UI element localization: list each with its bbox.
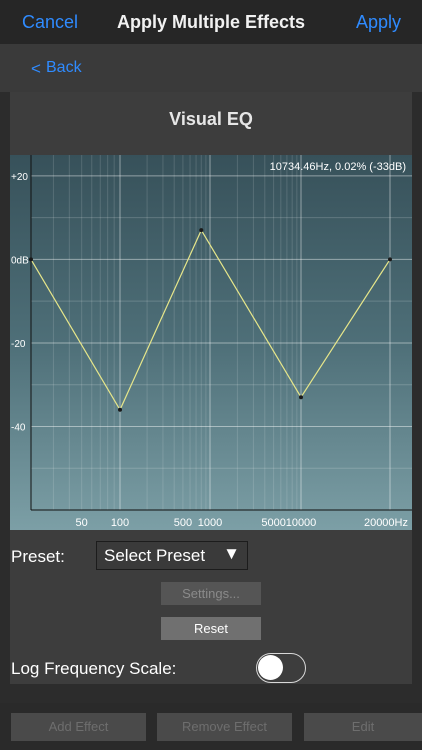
x-tick-label: 1000 [198, 517, 222, 529]
x-tick-label: 10000 [286, 517, 317, 529]
add-effect-button[interactable]: Add Effect [11, 713, 146, 741]
preset-label: Preset: [11, 547, 65, 566]
preset-value: Select Preset [104, 546, 206, 565]
remove-effect-button[interactable]: Remove Effect [157, 713, 292, 741]
section-title: Visual EQ [169, 109, 253, 129]
top-nav-bar: Cancel Apply Multiple Effects Apply [0, 0, 422, 44]
x-tick-label: 20000Hz [364, 517, 408, 529]
toggle-knob [258, 655, 283, 680]
eq-point[interactable] [299, 395, 303, 400]
back-button[interactable]: Back [46, 59, 82, 77]
back-bar: < Back [0, 44, 422, 92]
eq-readout: 10734.46Hz, 0.02% (-33dB) [270, 161, 406, 173]
eq-point[interactable] [388, 257, 392, 262]
x-tick-label: 500 [174, 517, 192, 529]
eq-chart-svg[interactable]: +20 0dB -20 -40 50 100 500 1000 5000 10000 20000Hz… [10, 155, 412, 530]
bottom-toolbar: Add Effect Remove Effect Edit [0, 703, 422, 750]
eq-point[interactable] [199, 228, 204, 233]
chevron-left-icon[interactable]: < [31, 59, 41, 79]
log-frequency-toggle[interactable] [256, 653, 306, 683]
x-tick-label: 50 [76, 517, 88, 529]
y-tick-label: -40 [11, 422, 26, 433]
log-frequency-label: Log Frequency Scale: [11, 659, 177, 678]
eq-chart[interactable]: +20 0dB -20 -40 50 100 500 1000 5000 10000 20000Hz… [10, 155, 412, 530]
preset-select[interactable]: Select Preset ▼ [96, 541, 248, 570]
y-tick-label: 0dB [11, 255, 29, 266]
eq-point[interactable] [118, 407, 122, 412]
edit-button[interactable]: Edit [304, 713, 422, 741]
y-tick-label: +20 [11, 172, 28, 183]
x-tick-label: 5000 [261, 517, 285, 529]
x-tick-label: 100 [111, 517, 129, 529]
y-tick-label: -20 [11, 339, 26, 350]
apply-button[interactable]: Apply [356, 12, 401, 33]
dropdown-arrow-icon: ▼ [223, 544, 240, 563]
settings-button[interactable]: Settings... [161, 582, 261, 605]
reset-button[interactable]: Reset [161, 617, 261, 640]
eq-point[interactable] [29, 257, 33, 262]
